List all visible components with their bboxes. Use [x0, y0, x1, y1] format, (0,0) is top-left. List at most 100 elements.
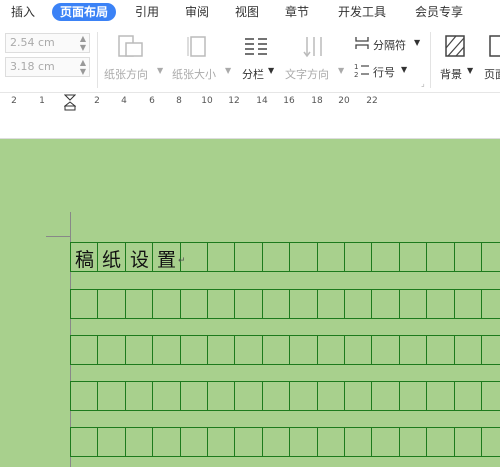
paragraph-mark-icon: ↵ — [178, 256, 186, 266]
paper-size-label[interactable]: 纸张大小 — [172, 66, 216, 82]
grid-cell-line — [344, 427, 345, 456]
ruler-number: 20 — [338, 96, 350, 106]
background-icon[interactable] — [444, 34, 466, 58]
svg-text:1: 1 — [354, 63, 358, 71]
grid-row-line — [70, 456, 500, 457]
columns-icon[interactable] — [243, 36, 269, 58]
grid-cell-line — [426, 381, 427, 410]
grid-cell-line — [399, 289, 400, 318]
dialog-launcher-icon[interactable]: ⌟ — [421, 79, 425, 88]
page-border-icon[interactable] — [488, 34, 500, 58]
line-number-icon[interactable]: 1 2 — [354, 62, 370, 78]
grid-cell-line — [70, 427, 71, 456]
grid-cell-line — [97, 335, 98, 364]
grid-cell-line — [180, 289, 181, 318]
paper-size-icon[interactable] — [186, 34, 210, 60]
margin-bottom-input[interactable]: 3.18 cm ▲ ▼ — [5, 57, 90, 77]
chevron-down-icon[interactable]: ▼ — [157, 66, 163, 75]
crop-mark — [46, 236, 70, 237]
grid-cell-line — [454, 427, 455, 456]
menu-chapter[interactable]: 章节 — [285, 3, 309, 21]
grid-char: 置 — [156, 249, 176, 271]
text-direction-icon[interactable] — [301, 34, 327, 60]
columns-label[interactable]: 分栏 — [242, 66, 264, 82]
line-number-label[interactable]: 行号 — [373, 64, 395, 80]
chevron-down-icon[interactable]: ▼ — [225, 66, 231, 75]
grid-cell-line — [481, 381, 482, 410]
grid-cell-line — [97, 381, 98, 410]
chevron-down-icon[interactable]: ▼ — [467, 66, 473, 75]
spin-arrows-icon[interactable]: ▲ ▼ — [80, 58, 86, 76]
grid-cell-line — [125, 381, 126, 410]
grid-cell-line — [481, 335, 482, 364]
grid-row-line — [70, 289, 500, 290]
menu-page-layout[interactable]: 页面布局 — [52, 3, 117, 21]
ruler-number: 18 — [311, 96, 323, 106]
horizontal-ruler[interactable]: 2 1 2 4 6 8 10 12 14 16 18 20 22 — [0, 93, 500, 111]
grid-cell-line — [399, 381, 400, 410]
ruler-number: 16 — [283, 96, 295, 106]
menu-member[interactable]: 会员专享 — [415, 3, 463, 21]
grid-cell-line — [262, 427, 263, 456]
grid-cell-line — [454, 289, 455, 318]
grid-cell-line — [454, 242, 455, 271]
grid-row-line — [70, 410, 500, 411]
page-break-icon[interactable] — [354, 36, 370, 50]
grid-cell-line — [234, 427, 235, 456]
chevron-down-icon[interactable]: ▼ — [401, 65, 407, 74]
grid-cell-line — [481, 289, 482, 318]
margin-top-value: 2.54 cm — [10, 36, 55, 49]
text-direction-label[interactable]: 文字方向 — [285, 66, 329, 82]
grid-cell-line — [207, 427, 208, 456]
grid-cell-line — [317, 242, 318, 271]
menu-insert[interactable]: 插入 — [11, 3, 35, 21]
document-page[interactable]: 稿 纸 设 置 ↵ — [0, 139, 500, 467]
menu-view[interactable]: 视图 — [235, 3, 259, 21]
margin-top-input[interactable]: 2.54 cm ▲ ▼ — [5, 33, 90, 53]
chevron-down-icon[interactable]: ▼ — [338, 66, 344, 75]
grid-cell-line — [70, 381, 71, 410]
page-border-label[interactable]: 页面 — [484, 66, 500, 82]
paper-orientation-icon[interactable] — [116, 34, 144, 60]
grid-cell-line — [180, 335, 181, 364]
grid-cell-line — [207, 289, 208, 318]
grid-cell-line — [399, 242, 400, 271]
separator-label[interactable]: 分隔符 — [373, 37, 406, 53]
indent-marker-icon[interactable] — [64, 94, 76, 111]
grid-cell-line — [454, 335, 455, 364]
grid-cell-line — [426, 427, 427, 456]
menu-developer-tools[interactable]: 开发工具 — [338, 3, 386, 21]
grid-row-line — [70, 335, 500, 336]
ribbon-toolbar: 2.54 cm ▲ ▼ 3.18 cm ▲ ▼ 纸张方向 ▼ 纸张大小 ▼ 分栏 ▼… — [0, 24, 500, 93]
ruler-number: 8 — [176, 96, 182, 106]
spin-arrows-icon[interactable]: ▲ ▼ — [80, 34, 86, 52]
grid-cell-line — [371, 381, 372, 410]
grid-cell-line — [262, 335, 263, 364]
grid-cell-line — [289, 242, 290, 271]
chevron-down-icon[interactable]: ▼ — [414, 38, 420, 47]
menu-references[interactable]: 引用 — [135, 3, 159, 21]
grid-cell-line — [344, 289, 345, 318]
grid-cell-line — [317, 289, 318, 318]
grid-cell-line — [125, 335, 126, 364]
grid-cell-line — [207, 242, 208, 271]
chevron-down-icon[interactable]: ▼ — [268, 66, 274, 75]
grid-cell-line — [125, 289, 126, 318]
grid-cell-line — [262, 289, 263, 318]
grid-cell-line — [317, 335, 318, 364]
ruler-number: 2 — [94, 96, 100, 106]
grid-cell-line — [371, 289, 372, 318]
grid-cell-line — [371, 335, 372, 364]
grid-cell-line — [234, 335, 235, 364]
background-label[interactable]: 背景 — [440, 66, 462, 82]
grid-cell-line — [289, 381, 290, 410]
grid-cell-line — [207, 335, 208, 364]
grid-cell-line — [152, 427, 153, 456]
grid-cell-line — [70, 335, 71, 364]
grid-cell-line — [234, 242, 235, 271]
grid-cell-line — [289, 335, 290, 364]
grid-row-line — [70, 364, 500, 365]
menu-review[interactable]: 审阅 — [185, 3, 209, 21]
grid-row-line — [70, 242, 500, 243]
paper-direction-label[interactable]: 纸张方向 — [104, 66, 148, 82]
